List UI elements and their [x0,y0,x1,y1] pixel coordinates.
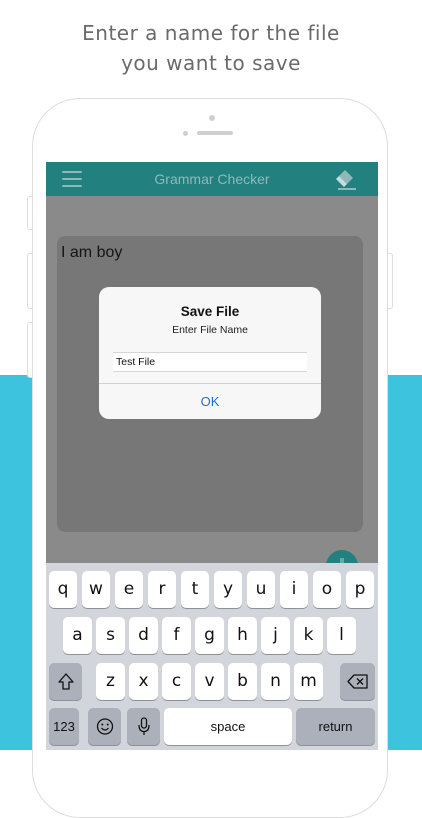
key-t[interactable]: t [181,571,209,608]
microphone-icon[interactable] [127,708,160,745]
key-j[interactable]: j [261,617,290,654]
key-p[interactable]: p [346,571,374,608]
numbers-key[interactable]: 123 [49,708,79,745]
key-q[interactable]: q [49,571,77,608]
key-d[interactable]: d [129,617,158,654]
key-g[interactable]: g [195,617,224,654]
key-r[interactable]: r [148,571,176,608]
phone-power-button [387,253,393,309]
keyboard: q w e r t y u i o p a s d f g h j k l z … [46,563,378,750]
hamburger-menu-icon[interactable] [62,171,82,187]
key-i[interactable]: i [280,571,308,608]
key-s[interactable]: s [96,617,125,654]
file-name-input[interactable]: Test File [113,352,307,372]
space-key[interactable]: space [164,708,292,745]
dialog-title: Save File [180,304,240,319]
headline-line-1: Enter a name for the file [82,21,340,45]
eraser-icon[interactable] [335,168,359,190]
key-b[interactable]: b [228,663,257,700]
dialog-message: Enter File Name [172,324,248,336]
save-file-dialog: Save File Enter File Name Test File OK [99,287,321,419]
return-key[interactable]: return [296,708,375,745]
key-l[interactable]: l [327,617,356,654]
earpiece-speaker [197,131,233,135]
key-f[interactable]: f [162,617,191,654]
key-m[interactable]: m [294,663,323,700]
app-bar: Grammar Checker [46,162,378,196]
phone-volume-up [27,253,33,309]
key-a[interactable]: a [63,617,92,654]
phone-volume-down [27,322,33,378]
key-o[interactable]: o [313,571,341,608]
editor-text: I am boy [61,244,123,261]
key-c[interactable]: c [162,663,191,700]
phone-mute-switch [27,196,33,230]
app-screen: Grammar Checker I am boy Save File Enter… [46,162,378,750]
key-v[interactable]: v [195,663,224,700]
app-title: Grammar Checker [154,171,270,187]
key-k[interactable]: k [294,617,323,654]
key-y[interactable]: y [214,571,242,608]
key-n[interactable]: n [261,663,290,700]
key-w[interactable]: w [82,571,110,608]
key-u[interactable]: u [247,571,275,608]
headline-line-2: you want to save [121,51,301,75]
backspace-key[interactable] [340,663,375,700]
proximity-sensor [183,131,188,136]
ok-button[interactable]: OK [99,384,321,419]
key-e[interactable]: e [115,571,143,608]
key-x[interactable]: x [129,663,158,700]
headline: Enter a name for the file you want to sa… [0,18,422,78]
key-h[interactable]: h [228,617,257,654]
emoji-icon[interactable] [88,708,121,745]
shift-key[interactable] [49,663,82,700]
key-z[interactable]: z [96,663,125,700]
front-camera [209,115,215,121]
